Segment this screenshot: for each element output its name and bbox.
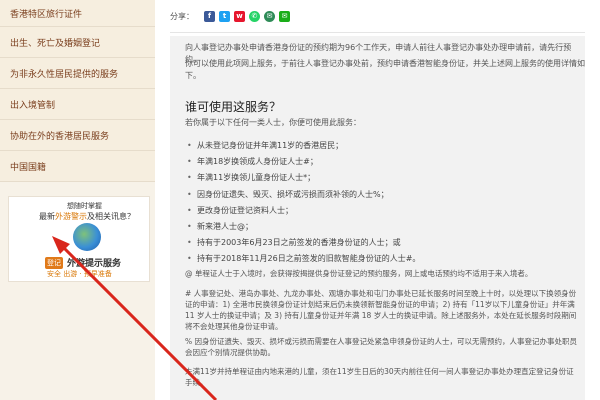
intro-paragraph-2a: 你可以使用此项网上服务，于前往人事登记办事处前，预约申请香港智能身份证，并关上述… [185,59,585,68]
sidebar: 香港特区旅行证件 出生、死亡及婚姻登记 为非永久性居民提供的服务 出入境管制 协… [0,0,155,400]
main-content: 分享： f t w ✆ ✉ ✉ 向人事登记办事处申请香港身份证的预约期为96个工… [170,0,585,400]
sidebar-item-non-permanent-residents[interactable]: 为非永久性居民提供的服务 [0,58,155,89]
globe-icon [73,223,101,251]
email-icon[interactable]: ✉ [264,10,275,22]
note-children: 未满11岁并持单程证由内地来港的儿童，须在11岁生日后的30天内前往任何一间人事… [185,367,574,387]
register-badge: 登记 [45,257,63,269]
list-item: 新来港人士@； [185,221,575,233]
sidebar-item-registration[interactable]: 出生、死亡及婚姻登记 [0,27,155,58]
list-item: 持有于2003年6月23日之前签发的香港身份证的人士；或 [185,237,575,249]
ad-tagline: 安全 出游 · 预早准备 [47,270,112,278]
list-item: 持有于2018年11月26日之前签发的旧款智能身份证的人士#。 [185,253,575,265]
note-lost-id: % 因身份证遗失、毁灭、损坏或污损而需要在人事登记处紧急申领身份证的人士，可以无… [185,337,578,357]
intro-paragraph-2b: 下。 [185,71,201,80]
ad-service-title: 外游提示服务 [67,259,122,269]
outbound-travel-alert-banner[interactable]: 想随时掌握 最新外游警示及相关讯息？ 登记 外游提示服务 安全 出游 · 预早准… [8,196,150,282]
list-item: 年满18岁换领成人身份证人士#； [185,156,575,168]
section-subheading: 若你属于以下任何一类人士，你便可使用此服务： [185,118,361,127]
wechat-icon[interactable]: ✉ [279,10,290,22]
sidebar-item-chinese-nationality[interactable]: 中国国籍 [0,151,155,182]
content-panel: 向人事登记办事处申请香港身份证的预约期为96个工作天，申请人前往人事登记办事处办… [170,36,585,400]
sidebar-item-assistance-abroad[interactable]: 协助在外的香港居民服务 [0,120,155,151]
ad-line-2: 最新外游警示及相关讯息？ [39,212,135,221]
facebook-icon[interactable]: f [204,10,215,22]
list-item: 更改身份证登记资料人士； [185,205,575,217]
ad-line-1: 想随时掌握 [67,202,102,210]
list-item: 从未登记身份证并年满11岁的香港居民； [185,140,575,152]
share-bar: 分享： f t w ✆ ✉ ✉ [170,8,290,24]
section-heading: 谁可使用这服务？ [185,100,282,114]
share-label: 分享： [170,11,194,21]
sidebar-item-travel-documents[interactable]: 香港特区旅行证件 [0,0,155,27]
sidebar-item-immigration-control[interactable]: 出入境管制 [0,89,155,120]
twitter-icon[interactable]: t [219,10,230,22]
note-extended-hours: # 人事登记处、港岛办事处、九龙办事处、观塘办事处和屯门办事处已延长服务时间至晚… [185,289,577,331]
weibo-icon[interactable]: w [234,10,245,22]
eligibility-list: 从未登记身份证并年满11岁的香港居民； 年满18岁换领成人身份证人士#； 年满1… [185,140,575,270]
divider [170,32,585,33]
whatsapp-icon[interactable]: ✆ [249,10,260,22]
list-item: 因身份证遗失、毁灭、损坏或污损而须补领的人士%； [185,189,575,201]
note-new-arrivals: @ 单程证人士于入境时，会获得按揭提供身份证登记的预约服务，网上或电话预约均不适… [185,269,533,278]
list-item: 年满11岁换领儿童身份证人士*； [185,172,575,184]
